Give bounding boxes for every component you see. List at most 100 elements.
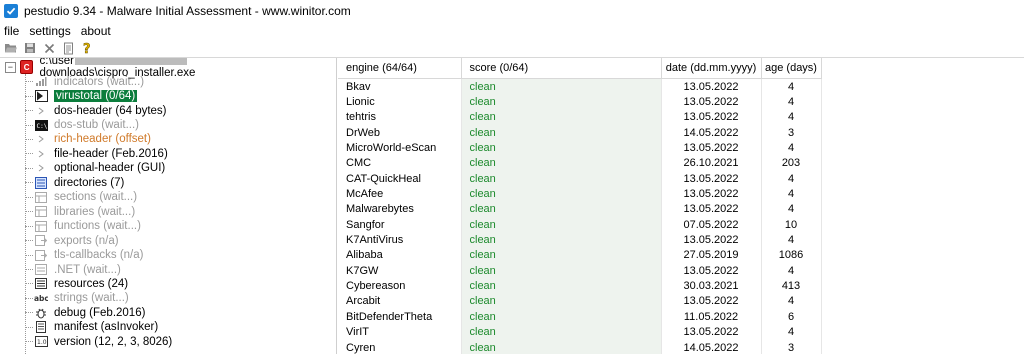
table-row[interactable]: CMC clean 26.10.2021 203 [338,155,822,172]
table-row[interactable]: VirIT clean 13.05.2022 4 [338,324,822,340]
column-header-age[interactable]: age (days) [761,58,822,79]
save-icon[interactable] [22,40,38,56]
date-cell: 13.05.2022 [661,263,762,279]
engine-cell: CMC [338,155,462,172]
table-row[interactable]: McAfee clean 13.05.2022 4 [338,186,822,202]
column-header-date[interactable]: date (dd.mm.yyyy) [661,58,762,79]
tree-item-label: tls-callbacks (n/a) [54,249,144,262]
age-cell: 4 [761,232,822,248]
tree-item[interactable]: directories (7) [25,176,124,190]
tree-item[interactable]: abc strings (wait...) [25,291,129,305]
tree-connector [25,138,33,140]
tree-connector [25,153,33,155]
tree-item-label: directories (7) [54,176,125,189]
tree-item[interactable]: optional-header (GUI) [25,161,165,175]
help-icon[interactable]: ? [79,40,95,56]
collapse-toggle-icon[interactable]: − [5,61,16,73]
tree-item-label: debug (Feb.2016) [54,306,146,319]
tree-item[interactable]: debug (Feb.2016) [25,306,145,320]
arrow-icon [34,105,48,117]
tree-item[interactable]: tls-callbacks (n/a) [25,248,143,262]
tree-item[interactable]: rich-header (offset) [25,132,151,146]
table-row[interactable]: Malwarebytes clean 13.05.2022 4 [338,201,822,218]
age-cell: 6 [761,309,822,325]
menu-bar: file settings about [0,22,1024,39]
table-row[interactable]: Lionic clean 13.05.2022 4 [338,94,822,110]
virustotal-icon [34,90,48,103]
age-cell: 4 [761,324,822,340]
tree-item-label: manifest (asInvoker) [54,321,159,334]
engine-cell: MicroWorld-eScan [338,140,462,156]
close-x-icon[interactable] [41,40,57,56]
tree-item[interactable]: .NET (wait...) [25,262,121,276]
engine-cell: K7GW [338,263,462,279]
date-cell: 13.05.2022 [661,94,762,110]
engine-cell: Malwarebytes [338,201,462,218]
score-cell: clean [461,78,662,95]
table-row[interactable]: Cybereason clean 30.03.2021 413 [338,278,822,294]
column-header-score[interactable]: score (0/64) [461,58,662,79]
tree-item[interactable]: manifest (asInvoker) [25,320,158,334]
tree-item[interactable]: functions (wait...) [25,219,141,233]
table-row[interactable]: K7GW clean 13.05.2022 4 [338,263,822,279]
age-cell: 4 [761,94,822,110]
tree-connector [25,81,33,83]
tree-root[interactable]: − C c:\userdownloads\cispro_installer.ex… [0,58,336,79]
window-title: pestudio 9.34 - Malware Initial Assessme… [24,4,351,18]
tree-connector [25,110,33,112]
indicators-icon [34,76,48,88]
score-cell: clean [461,293,662,310]
age-cell: 203 [761,155,822,172]
table-row[interactable]: CAT-QuickHeal clean 13.05.2022 4 [338,171,822,187]
tree-item[interactable]: indicators (wait...) [25,75,144,89]
tree-item[interactable]: virustotal (0/64) [25,89,138,103]
tree-item-label: exports (n/a) [54,234,119,247]
table-row[interactable]: Cyren clean 14.05.2022 3 [338,339,822,354]
open-folder-icon[interactable] [3,40,19,56]
tree-item[interactable]: libraries (wait...) [25,205,135,219]
table-row[interactable]: Sangfor clean 07.05.2022 10 [338,217,822,233]
tree-item-label: virustotal (0/64) [54,90,138,103]
tree-connector [25,341,33,343]
table-row[interactable]: Alibaba clean 27.05.2019 1086 [338,247,822,264]
tree-item[interactable]: resources (24) [25,277,128,291]
table-row[interactable]: K7AntiVirus clean 13.05.2022 4 [338,232,822,248]
age-cell: 10 [761,217,822,233]
age-cell: 3 [761,339,822,354]
tree-panel: − C c:\userdownloads\cispro_installer.ex… [0,58,337,354]
engine-cell: CAT-QuickHeal [338,171,462,187]
tree-item[interactable]: C:\ dos-stub (wait...) [25,118,139,132]
table-row[interactable]: tehtris clean 13.05.2022 4 [338,109,822,126]
tree-item[interactable]: 1.0 version (12, 2, 3, 8026) [25,335,172,349]
score-cell: clean [461,278,662,294]
table-row[interactable]: Bkav clean 13.05.2022 4 [338,78,822,95]
tree-connector [25,124,33,126]
menu-settings[interactable]: settings [25,24,76,38]
debug-icon [34,307,48,319]
table-row[interactable]: DrWeb clean 14.05.2022 3 [338,125,822,141]
tree-item[interactable]: sections (wait...) [25,190,137,204]
tree-item[interactable]: file-header (Feb.2016) [25,147,168,161]
table-body: Bkav clean 13.05.2022 4 Lionic clean 13.05.202… [338,78,822,354]
tree-item-label: indicators (wait...) [54,75,145,88]
date-cell: 07.05.2022 [661,217,762,233]
table-row[interactable]: Arcabit clean 13.05.2022 4 [338,293,822,310]
score-cell: clean [461,94,662,110]
tree-item[interactable]: exports (n/a) [25,233,119,247]
path-prefix: c:\user [39,58,74,67]
menu-file[interactable]: file [0,24,25,38]
tree-item-label: rich-header (offset) [54,133,151,146]
score-cell: clean [461,125,662,141]
date-cell: 13.05.2022 [661,293,762,310]
tree-item[interactable]: dos-header (64 bytes) [25,103,167,117]
toolbar: ? [0,39,1024,58]
date-cell: 30.03.2021 [661,278,762,294]
table-row[interactable]: BitDefenderTheta clean 11.05.2022 6 [338,309,822,325]
column-header-engine[interactable]: engine (64/64) [338,58,462,79]
libraries-icon [34,206,48,218]
table-row[interactable]: MicroWorld-eScan clean 13.05.2022 4 [338,140,822,156]
menu-about[interactable]: about [77,24,117,38]
document-icon[interactable] [60,40,76,56]
date-cell: 13.05.2022 [661,140,762,156]
score-cell: clean [461,186,662,202]
